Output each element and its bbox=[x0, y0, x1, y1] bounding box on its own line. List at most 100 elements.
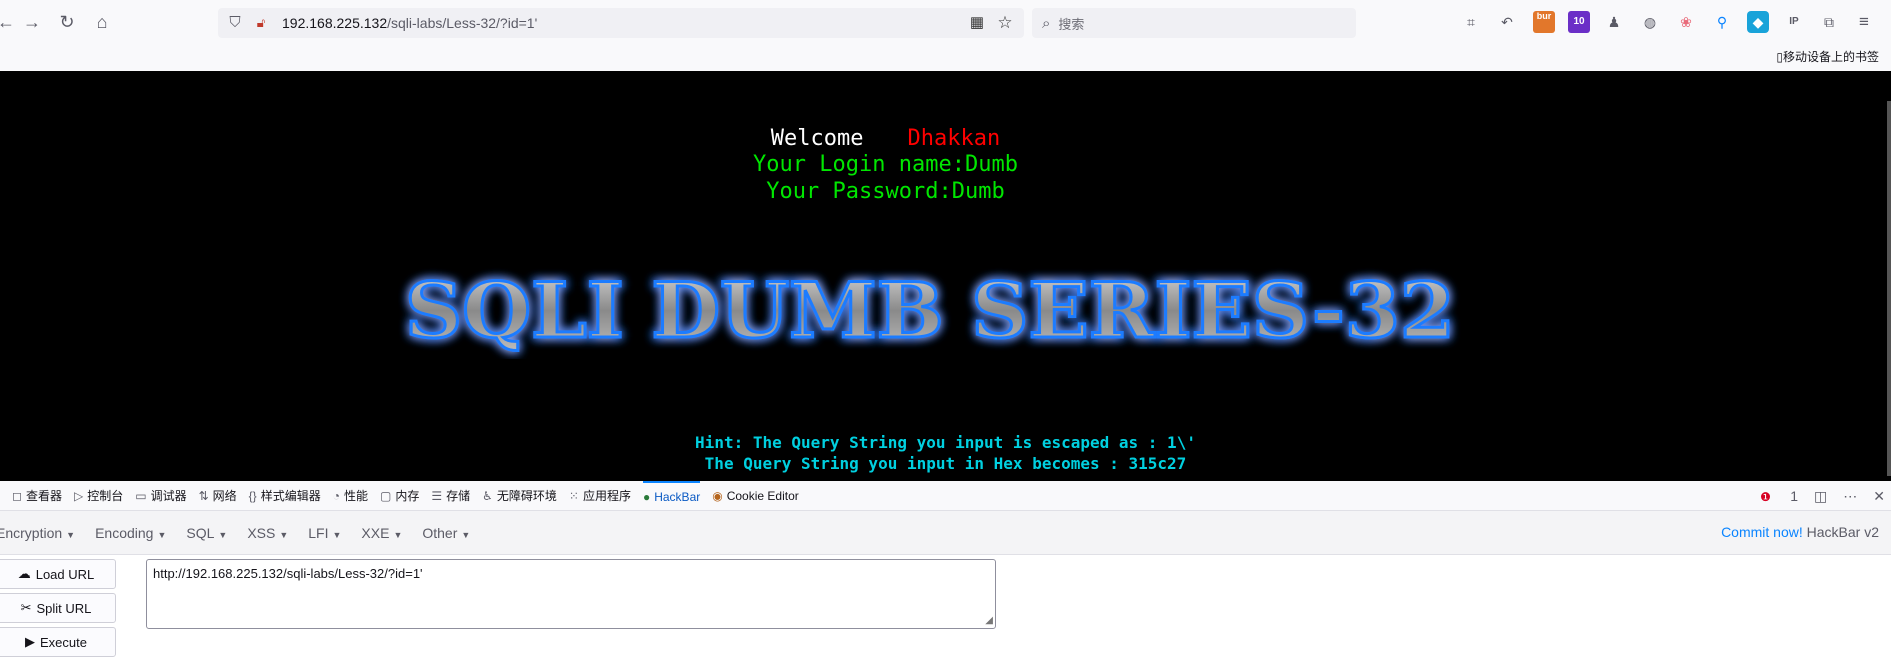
burp-extension-icon[interactable]: bur bbox=[1533, 11, 1555, 33]
home-icon[interactable]: ⌂ bbox=[90, 10, 114, 34]
user-extension-icon[interactable]: ♟ bbox=[1603, 11, 1625, 33]
storage-icon: ☰ bbox=[431, 488, 443, 503]
extension-badge-icon[interactable]: 10 bbox=[1568, 11, 1590, 33]
tab-memory[interactable]: ▢ 内存 bbox=[380, 481, 419, 511]
bookmark-star-icon[interactable]: ☆ bbox=[996, 14, 1014, 32]
page-scrollbar[interactable] bbox=[1887, 101, 1891, 476]
crop-icon[interactable]: ⌗ bbox=[1460, 11, 1482, 33]
url-textarea[interactable]: http://192.168.225.132/sqli-labs/Less-32… bbox=[146, 559, 996, 629]
extension-badge-count: 10 bbox=[1573, 16, 1585, 27]
ip-extension-icon[interactable]: IP bbox=[1783, 11, 1805, 33]
undo-icon[interactable]: ↶ bbox=[1496, 11, 1518, 33]
menu-encryption[interactable]: Encryption ▼ bbox=[0, 525, 75, 541]
tab-label: 性能 bbox=[343, 489, 368, 503]
hackbar-body: ☁ Load URL ✂ Split URL ▶ Execute http://192… bbox=[0, 555, 1891, 657]
execute-button[interactable]: ▶ Execute bbox=[0, 627, 116, 657]
menu-encoding[interactable]: Encoding ▼ bbox=[95, 525, 166, 541]
tab-label: 存储 bbox=[446, 489, 471, 503]
menu-label: Encoding bbox=[95, 524, 154, 541]
cloud-download-icon: ☁ bbox=[17, 566, 31, 581]
password-line: Your Password:Dumb bbox=[766, 179, 1005, 204]
bookmarks-toolbar bbox=[0, 46, 1891, 71]
tab-application[interactable]: ⁙ 应用程序 bbox=[569, 481, 631, 511]
accessibility-icon: ♿︎ bbox=[482, 488, 493, 503]
more-options-icon[interactable]: ⋯ bbox=[1843, 488, 1857, 505]
tab-label: HackBar bbox=[654, 489, 701, 504]
tab-console[interactable]: ▷ 控制台 bbox=[74, 481, 123, 511]
button-label: Split URL bbox=[36, 600, 92, 616]
tab-storage[interactable]: ☰ 存储 bbox=[431, 481, 470, 511]
menu-label: XSS bbox=[247, 524, 276, 541]
inspector-icon: ◻ bbox=[12, 488, 22, 503]
mobile-icon: ▯ bbox=[1776, 50, 1783, 64]
split-url-button[interactable]: ✂ Split URL bbox=[0, 593, 116, 623]
tab-hackbar[interactable]: ● HackBar bbox=[642, 480, 701, 511]
caret-down-icon: ▼ bbox=[66, 529, 76, 540]
close-icon[interactable]: ✕ bbox=[1873, 488, 1885, 505]
banner-text: SQLI DUMB SERIES-32 bbox=[405, 266, 1455, 355]
welcome-text: Welcome bbox=[770, 126, 864, 151]
url-text[interactable]: 192.168.225.132/sqli-labs/Less-32/?id=1' bbox=[282, 15, 537, 31]
welcome-name: Dhakkan bbox=[907, 126, 1001, 151]
tab-network[interactable]: ⇅ 网络 bbox=[199, 481, 237, 511]
play-icon: ▶ bbox=[25, 634, 35, 649]
commit-link[interactable]: Commit now! bbox=[1721, 524, 1803, 540]
tab-cookie-editor[interactable]: ◉ Cookie Editor bbox=[712, 481, 799, 511]
hackbar-version: Commit now! HackBar v2 bbox=[1721, 524, 1879, 540]
hint-escaped: Hint: The Query String you input is esca… bbox=[695, 433, 1196, 452]
reload-icon[interactable]: ↻ bbox=[55, 10, 79, 34]
address-bar[interactable]: ⛉ 🔓︎ 192.168.225.132/sqli-labs/Less-32/?… bbox=[218, 8, 1024, 38]
tab-label: 网络 bbox=[212, 489, 237, 503]
menu-label: XXE bbox=[361, 524, 390, 541]
cookie-icon: ◉ bbox=[712, 488, 723, 503]
pink-extension-icon[interactable]: ❀ bbox=[1675, 11, 1697, 33]
menu-other[interactable]: Other ▼ bbox=[422, 525, 470, 541]
forward-icon[interactable]: → bbox=[20, 10, 44, 34]
mobile-bookmarks[interactable]: ▯移动设备上的书签 bbox=[1776, 48, 1879, 65]
menu-label: Encryption bbox=[0, 524, 63, 541]
tab-style-editor[interactable]: {} 样式编辑器 bbox=[249, 481, 321, 511]
devtools-controls: ❶ 1 ◫ ⋯ ✕ bbox=[1744, 481, 1885, 511]
version-label: HackBar v2 bbox=[1806, 524, 1879, 540]
tab-label: 内存 bbox=[395, 489, 420, 503]
load-url-button[interactable]: ☁ Load URL bbox=[0, 559, 116, 589]
caret-down-icon: ▼ bbox=[393, 529, 403, 540]
back-icon[interactable]: ← bbox=[0, 10, 18, 34]
tab-label: 无障碍环境 bbox=[496, 489, 557, 503]
menu-xss[interactable]: XSS ▼ bbox=[247, 525, 288, 541]
welcome-line: Welcome Dhakkan bbox=[0, 126, 1831, 151]
qr-code-icon[interactable]: ▦ bbox=[968, 14, 986, 32]
caret-down-icon: ▼ bbox=[332, 529, 342, 540]
tab-label: 查看器 bbox=[25, 489, 62, 503]
devtools-tabbar: ◻ 查看器 ▷ 控制台 ▭ 调试器 ⇅ 网络 {} 样式编辑器 ◔ 性能 ▢ 内存 ☰ 存储 ♿… bbox=[0, 480, 1891, 511]
console-icon: ▷ bbox=[73, 488, 84, 503]
resize-handle-icon[interactable]: ◢ bbox=[985, 615, 993, 626]
menu-label: Other bbox=[422, 524, 458, 541]
blue-extension-icon[interactable]: ◆ bbox=[1747, 11, 1769, 33]
tab-debugger[interactable]: ▭ 调试器 bbox=[135, 481, 186, 511]
menu-lfi[interactable]: LFI ▼ bbox=[308, 525, 341, 541]
page-content: Welcome Dhakkan Your Login name:Dumb Your… bbox=[0, 71, 1891, 481]
menu-sql[interactable]: SQL ▼ bbox=[186, 525, 227, 541]
menu-xxe[interactable]: XXE ▼ bbox=[361, 525, 402, 541]
location-extension-icon[interactable]: ⚲ bbox=[1711, 11, 1733, 33]
url-textarea-value: http://192.168.225.132/sqli-labs/Less-32… bbox=[153, 566, 423, 581]
cookie-icon[interactable]: ◍ bbox=[1639, 11, 1661, 33]
extensions-icon[interactable]: ⧉ bbox=[1818, 11, 1840, 33]
shield-icon[interactable]: ⛉ bbox=[226, 14, 244, 32]
error-count[interactable]: ❶ 1 bbox=[1760, 488, 1798, 504]
network-icon: ⇅ bbox=[198, 488, 209, 503]
search-placeholder: 搜索 bbox=[1058, 16, 1085, 32]
style-editor-icon: {} bbox=[248, 488, 257, 503]
menu-icon[interactable]: ≡ bbox=[1853, 11, 1875, 33]
hackbar-menu: Encryption ▼ Encoding ▼ SQL ▼ XSS ▼ LFI ▼ XXE… bbox=[0, 511, 1891, 555]
mobile-bookmarks-label: 移动设备上的书签 bbox=[1782, 50, 1879, 64]
tab-label: Cookie Editor bbox=[726, 488, 799, 503]
menu-label: SQL bbox=[186, 524, 215, 541]
tab-inspector[interactable]: ◻ 查看器 bbox=[12, 481, 62, 511]
insecure-lock-icon[interactable]: 🔓︎ bbox=[252, 14, 270, 32]
dock-icon[interactable]: ◫ bbox=[1814, 488, 1827, 505]
tab-accessibility[interactable]: ♿︎ 无障碍环境 bbox=[482, 481, 557, 511]
tab-performance[interactable]: ◔ 性能 bbox=[333, 481, 368, 511]
search-bar[interactable]: ⌕ 搜索 bbox=[1032, 8, 1356, 38]
